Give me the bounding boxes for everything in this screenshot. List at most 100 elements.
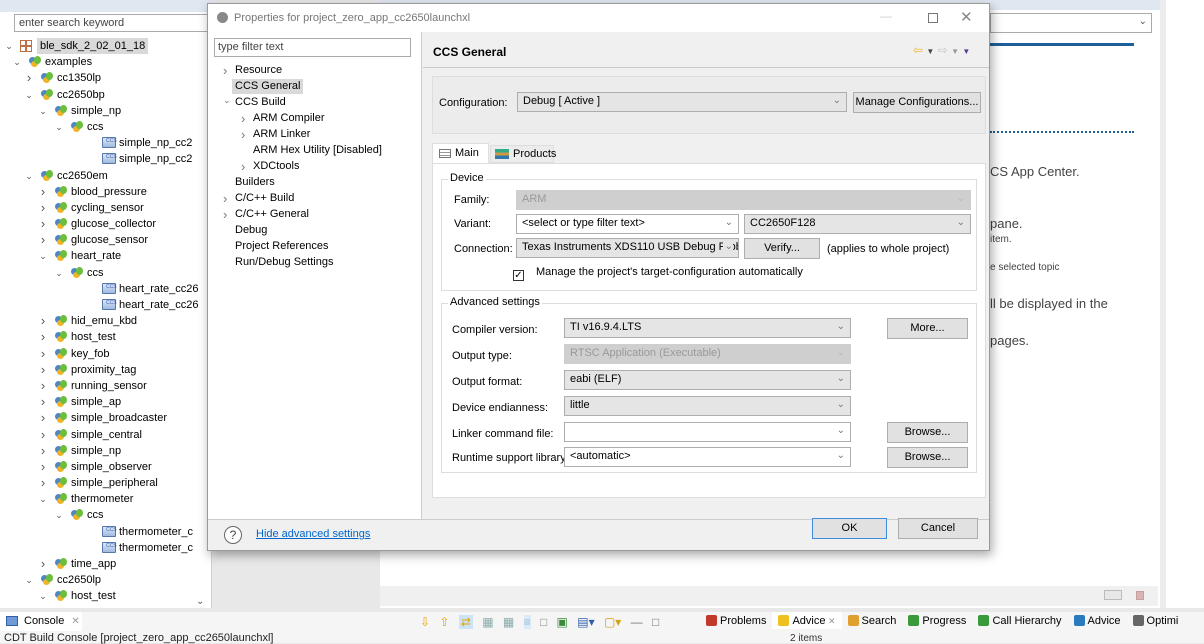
manage-configurations-button[interactable]: Manage Configurations... [853,92,981,113]
tree-item[interactable]: ⌄ heart_rate [0,248,212,264]
runtime-support-library-combo[interactable]: <automatic> ⌄ [564,447,851,467]
expand-chevron-icon[interactable]: › [38,184,48,200]
expand-chevron-icon[interactable]: › [223,207,227,222]
close-icon[interactable]: ✕ [71,616,79,627]
expand-chevron-icon[interactable]: › [241,159,245,174]
nav-item[interactable]: Run/Debug Settings [235,255,333,270]
clear-console-icon[interactable]: □ [540,615,547,629]
expand-chevron-icon[interactable]: › [38,200,48,216]
tree-item[interactable]: simple_np_cc2 [0,149,212,167]
tree-item[interactable]: › running_sensor [0,378,212,394]
linker-command-file-combo[interactable]: ⌄ [564,422,851,442]
display-console-icon[interactable]: ▤▾ [577,615,594,629]
tree-item[interactable]: ⌄ examples [0,54,212,70]
configuration-select[interactable]: Debug [ Active ] ⌄ [517,92,847,112]
verify-button[interactable]: Verify... [744,238,820,259]
view-tab[interactable]: Problems [700,612,772,629]
expand-chevron-icon[interactable]: › [38,362,48,378]
view-tab[interactable]: Search [842,612,903,629]
scroll-down-icon[interactable]: ⇩ [420,615,430,629]
tree-item[interactable]: ⌄ cc2650lp [0,572,212,588]
hide-advanced-settings-link[interactable]: Hide advanced settings [256,528,370,540]
tree-item[interactable]: › blood_pressure [0,184,212,200]
tree-item[interactable]: › cycling_sensor [0,200,212,216]
view-menu-icon[interactable]: ▼ [962,47,970,56]
nav-item[interactable]: CCS General [232,79,304,94]
nav-item[interactable]: Project References [235,239,329,254]
collapse-chevron-icon[interactable]: ⌄ [38,588,48,604]
collapse-chevron-icon[interactable]: ⌄ [24,168,34,184]
tree-item[interactable]: › glucose_sensor [0,232,212,248]
nav-item[interactable]: Builders [235,175,275,190]
output-format-select[interactable]: eabi (ELF) ⌄ [564,370,851,390]
manage-target-config-checkbox[interactable]: ✓ [513,270,524,281]
tree-item[interactable]: › proximity_tag [0,362,212,378]
collapse-chevron-icon[interactable]: ⌄ [223,95,231,106]
collapse-chevron-icon[interactable]: ⌄ [54,265,64,281]
tree-item[interactable]: ⌄ cc2650em [0,168,212,184]
pin-console-icon[interactable]: ▣ [557,615,568,629]
variant-filter-combo[interactable]: <select or type filter text> ⌄ [516,214,739,234]
ok-button[interactable]: OK [812,518,887,539]
tree-item[interactable]: › glucose_collector [0,216,212,232]
expand-chevron-icon[interactable]: › [38,427,48,443]
nav-item[interactable]: ARM Compiler [253,111,325,126]
minimize-view-icon[interactable]: — [631,615,643,629]
maximize-view-icon[interactable]: □ [652,615,659,629]
expand-chevron-icon[interactable]: › [38,216,48,232]
tab-products[interactable]: Products [490,145,556,163]
tree-item[interactable]: ⌄ host_test [0,588,212,604]
expand-chevron-icon[interactable]: › [38,556,48,572]
expand-chevron-icon[interactable]: › [223,191,227,206]
collapse-chevron-icon[interactable]: ⌄ [38,491,48,507]
back-dropdown-icon[interactable]: ▼ [926,47,934,56]
nav-item[interactable]: CCS Build [235,95,286,110]
expand-chevron-icon[interactable]: › [38,443,48,459]
minimize-button[interactable]: — [880,9,892,23]
forward-dropdown-icon[interactable]: ▼ [951,47,959,56]
expand-chevron-icon[interactable]: › [38,475,48,491]
view-tab[interactable]: Advice [1068,612,1127,629]
collapse-chevron-icon[interactable]: ⌄ [54,507,64,523]
expand-chevron-icon[interactable]: › [38,378,48,394]
connection-select[interactable]: Texas Instruments XDS110 USB Debug Probe… [516,238,739,258]
filter-input[interactable]: type filter text [214,38,411,57]
tree-item[interactable]: ⌄ simple_np [0,103,212,119]
collapse-chevron-icon[interactable]: ⌄ [38,103,48,119]
expand-chevron-icon[interactable]: › [38,329,48,345]
more-button[interactable]: More... [887,318,968,339]
tree-item[interactable]: › simple_observer [0,459,212,475]
collapse-chevron-icon[interactable]: ⌄ [24,87,34,103]
view-tab[interactable]: Progress [902,612,972,629]
help-question-icon[interactable]: ? [224,526,242,544]
expand-chevron-icon[interactable]: › [38,313,48,329]
forward-arrow-icon[interactable]: ⇨ [938,43,948,57]
collapse-chevron-icon[interactable]: ⌄ [4,38,14,54]
collapse-chevron-icon[interactable]: ⌄ [24,572,34,588]
variant-select[interactable]: CC2650F128 ⌄ [744,214,971,234]
nav-item[interactable]: C/C++ Build [235,191,294,206]
tree-item[interactable]: › host_test [0,329,212,345]
view-tab[interactable]: Advice ✕ [772,612,842,629]
tab-main[interactable]: Main [432,143,489,163]
tab-console[interactable]: Console ✕ [0,612,82,631]
copy-console-icon[interactable]: ▦ [482,615,493,629]
tree-item[interactable]: thermometer_c [0,538,212,556]
tree-item[interactable]: › time_app [0,556,212,572]
nav-item[interactable]: Resource [235,63,282,78]
browse-linker-button[interactable]: Browse... [887,422,968,443]
help-topic-combo[interactable]: ⌄ [990,13,1152,33]
expand-chevron-icon[interactable]: › [241,111,245,126]
nav-item[interactable]: ARM Linker [253,127,310,142]
tree-item[interactable]: › simple_ap [0,394,212,410]
cancel-button[interactable]: Cancel [898,518,978,539]
collapse-chevron-icon[interactable]: ⌄ [54,119,64,135]
stop-icon[interactable] [1136,591,1144,600]
tree-item[interactable]: › simple_central [0,427,212,443]
view-tab[interactable]: Call Hierarchy [972,612,1067,629]
close-icon[interactable]: ✕ [826,616,836,626]
tree-item[interactable]: › cc1350lp [0,70,212,86]
link-with-editor-icon[interactable]: ⇄ [458,615,473,629]
back-arrow-icon[interactable]: ⇦ [913,43,923,57]
expand-chevron-icon[interactable]: › [38,459,48,475]
